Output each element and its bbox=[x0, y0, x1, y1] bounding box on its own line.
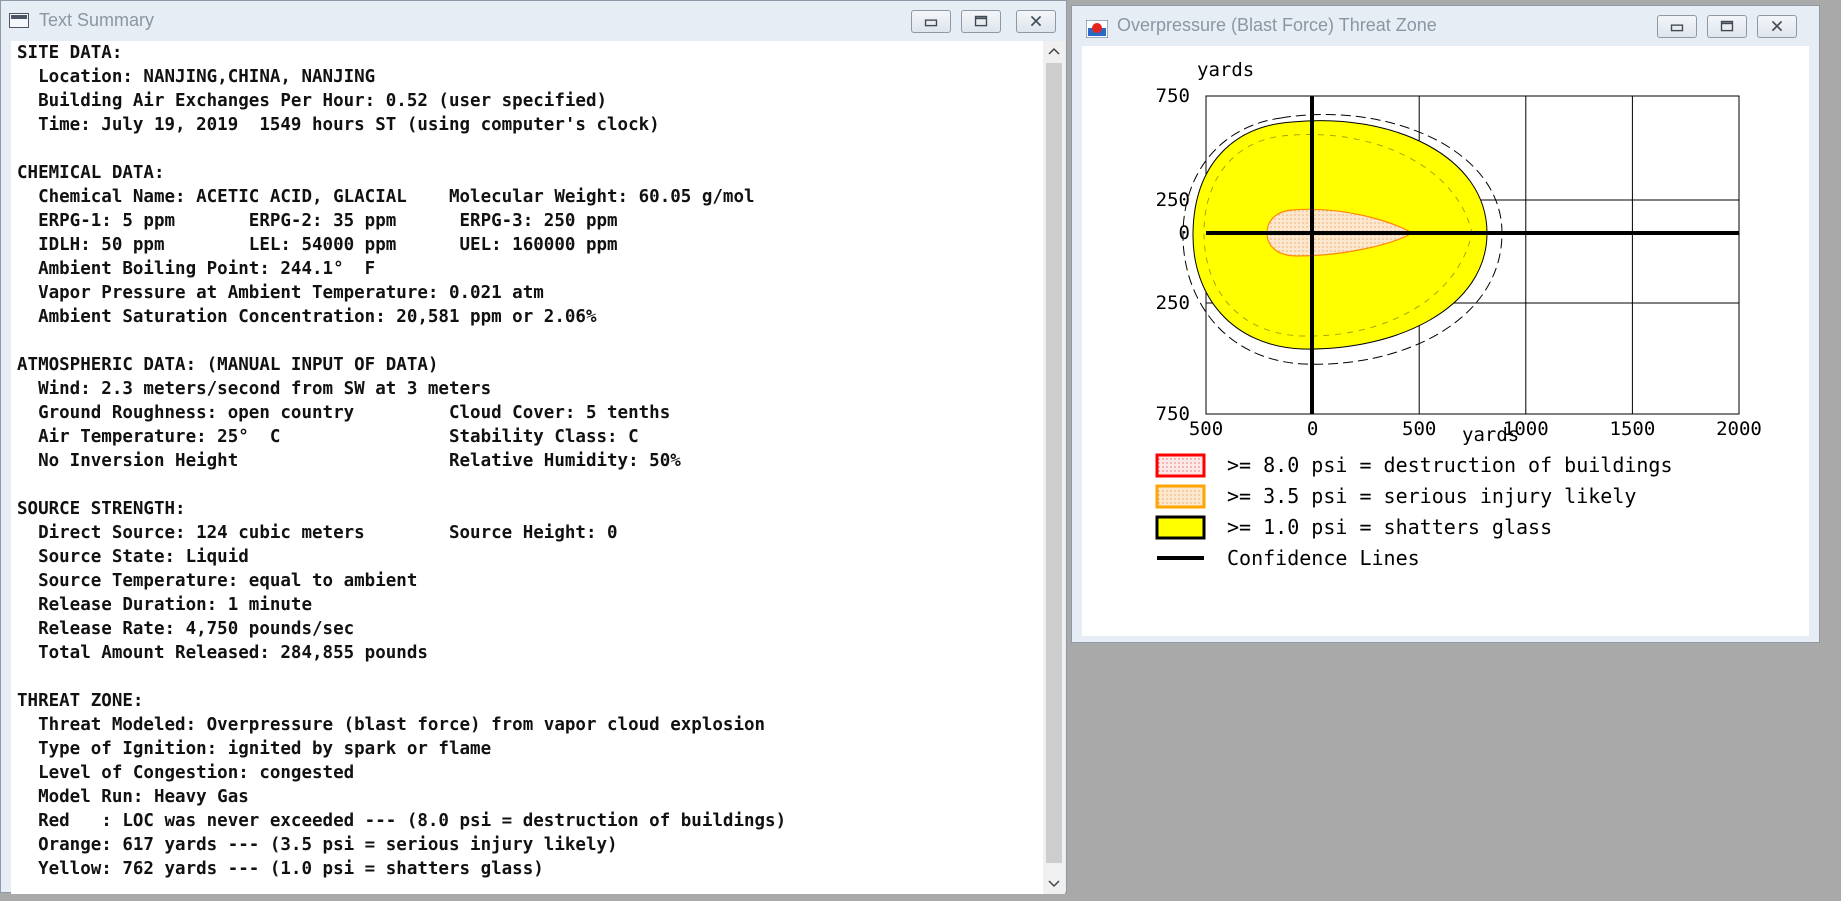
threat-window-title: Overpressure (Blast Force) Threat Zone bbox=[1117, 15, 1437, 35]
summary-line: Building Air Exchanges Per Hour: 0.52 (u… bbox=[17, 91, 608, 111]
legend-label: >= 1.0 psi = shatters glass bbox=[1227, 515, 1552, 539]
summary-line: Air Temperature: 25° C Stability Class: … bbox=[17, 427, 639, 447]
summary-text-area[interactable]: SITE DATA: Location: NANJING,CHINA, NANJ… bbox=[11, 41, 1043, 894]
x-tick-label: 500 bbox=[1402, 418, 1436, 440]
chevron-down-icon[interactable] bbox=[1043, 874, 1065, 894]
vertical-scrollbar[interactable] bbox=[1043, 41, 1065, 894]
minimize-button[interactable] bbox=[1657, 15, 1697, 38]
legend-label: >= 8.0 psi = destruction of buildings bbox=[1227, 453, 1673, 477]
legend-swatch bbox=[1155, 453, 1206, 478]
summary-line: Release Rate: 4,750 pounds/sec bbox=[17, 619, 355, 639]
legend-label: Confidence Lines bbox=[1227, 546, 1420, 570]
y-tick-label: 750 bbox=[1156, 403, 1190, 425]
chevron-up-icon[interactable] bbox=[1043, 41, 1065, 61]
summary-line: Vapor Pressure at Ambient Temperature: 0… bbox=[17, 283, 544, 303]
x-tick-label: 2000 bbox=[1716, 418, 1762, 440]
maximize-icon bbox=[974, 15, 988, 27]
summary-line: Red : LOC was never exceeded --- (8.0 ps… bbox=[17, 811, 787, 831]
summary-line: Threat Modeled: Overpressure (blast forc… bbox=[17, 715, 766, 735]
summary-line: CHEMICAL DATA: bbox=[17, 163, 165, 183]
summary-line: THREAT ZONE: bbox=[17, 691, 144, 711]
legend-label: >= 3.5 psi = serious injury likely bbox=[1227, 484, 1636, 508]
maximize-button[interactable] bbox=[961, 10, 1001, 33]
close-icon bbox=[1030, 15, 1042, 27]
summary-titlebar[interactable]: Text Summary bbox=[1, 1, 1066, 39]
summary-line: IDLH: 50 ppm LEL: 54000 ppm UEL: 160000 … bbox=[17, 235, 618, 255]
legend-swatch bbox=[1155, 515, 1206, 540]
summary-line: Chemical Name: ACETIC ACID, GLACIAL Mole… bbox=[17, 187, 755, 207]
close-button[interactable] bbox=[1016, 10, 1056, 33]
summary-line: Model Run: Heavy Gas bbox=[17, 787, 249, 807]
summary-line: Orange: 617 yards --- (3.5 psi = serious… bbox=[17, 835, 618, 855]
threat-zone-chart: 500 0 500 1000 1500 20007502500250750 yards y… bbox=[1155, 59, 1762, 570]
threat-zone-plot: 500 0 500 1000 1500 2000 750 250 0 250 750 yards y… bbox=[1082, 46, 1809, 636]
threat-window-icon bbox=[1085, 19, 1109, 42]
minimize-icon bbox=[924, 19, 938, 27]
threat-titlebar[interactable]: Overpressure (Blast Force) Threat Zone bbox=[1072, 6, 1819, 44]
summary-line: Wind: 2.3 meters/second from SW at 3 met… bbox=[17, 379, 492, 399]
summary-line: Source State: Liquid bbox=[17, 547, 249, 567]
scrollbar-thumb[interactable] bbox=[1046, 63, 1062, 863]
y-tick-label: 750 bbox=[1156, 85, 1190, 107]
summary-line: Total Amount Released: 284,855 pounds bbox=[17, 643, 428, 663]
legend: >= 8.0 psi = destruction of buildings >= … bbox=[1155, 453, 1673, 570]
summary-line: Level of Congestion: congested bbox=[17, 763, 355, 783]
x-axis-label: yards bbox=[1462, 424, 1519, 446]
maximize-button[interactable] bbox=[1707, 15, 1747, 38]
y-axis-label: yards bbox=[1197, 59, 1254, 81]
y-tick-label: 0 bbox=[1179, 222, 1190, 244]
x-tick-label: 0 bbox=[1307, 418, 1318, 440]
x-tick-label: 500 bbox=[1189, 418, 1223, 440]
text-summary-window: Text Summary SITE DATA: Location: NANJIN… bbox=[0, 0, 1067, 894]
summary-line: ERPG-1: 5 ppm ERPG-2: 35 ppm ERPG-3: 250… bbox=[17, 211, 618, 231]
summary-line: Ground Roughness: open country Cloud Cov… bbox=[17, 403, 671, 423]
y-tick-label: 250 bbox=[1156, 189, 1190, 211]
summary-line: Location: NANJING,CHINA, NANJING bbox=[17, 67, 376, 87]
summary-line: Release Duration: 1 minute bbox=[17, 595, 313, 615]
summary-line: Ambient Saturation Concentration: 20,581… bbox=[17, 307, 597, 327]
minimize-icon bbox=[1670, 24, 1684, 32]
legend-swatch bbox=[1155, 484, 1206, 509]
summary-line: Direct Source: 124 cubic meters Source H… bbox=[17, 523, 618, 543]
text-window-icon bbox=[9, 13, 29, 28]
summary-line: Source Temperature: equal to ambient bbox=[17, 571, 418, 591]
x-tick-label: 1500 bbox=[1610, 418, 1656, 440]
summary-line: SITE DATA: bbox=[17, 43, 123, 63]
y-tick-label: 250 bbox=[1156, 292, 1190, 314]
summary-window-title: Text Summary bbox=[39, 10, 155, 30]
summary-line: ATMOSPHERIC DATA: (MANUAL INPUT OF DATA) bbox=[17, 355, 439, 375]
close-icon bbox=[1771, 20, 1783, 32]
summary-line: Yellow: 762 yards --- (1.0 psi = shatter… bbox=[17, 859, 544, 879]
summary-line: Ambient Boiling Point: 244.1° F bbox=[17, 259, 376, 279]
maximize-icon bbox=[1720, 20, 1734, 32]
close-button[interactable] bbox=[1757, 15, 1797, 38]
summary-line: Time: July 19, 2019 1549 hours ST (using… bbox=[17, 115, 660, 135]
summary-line: Type of Ignition: ignited by spark or fl… bbox=[17, 739, 492, 759]
summary-line: SOURCE STRENGTH: bbox=[17, 499, 186, 519]
threat-zone-window: Overpressure (Blast Force) Threat Zone 5… bbox=[1071, 5, 1820, 643]
minimize-button[interactable] bbox=[911, 10, 951, 33]
summary-line: No Inversion Height Relative Humidity: 5… bbox=[17, 451, 681, 471]
